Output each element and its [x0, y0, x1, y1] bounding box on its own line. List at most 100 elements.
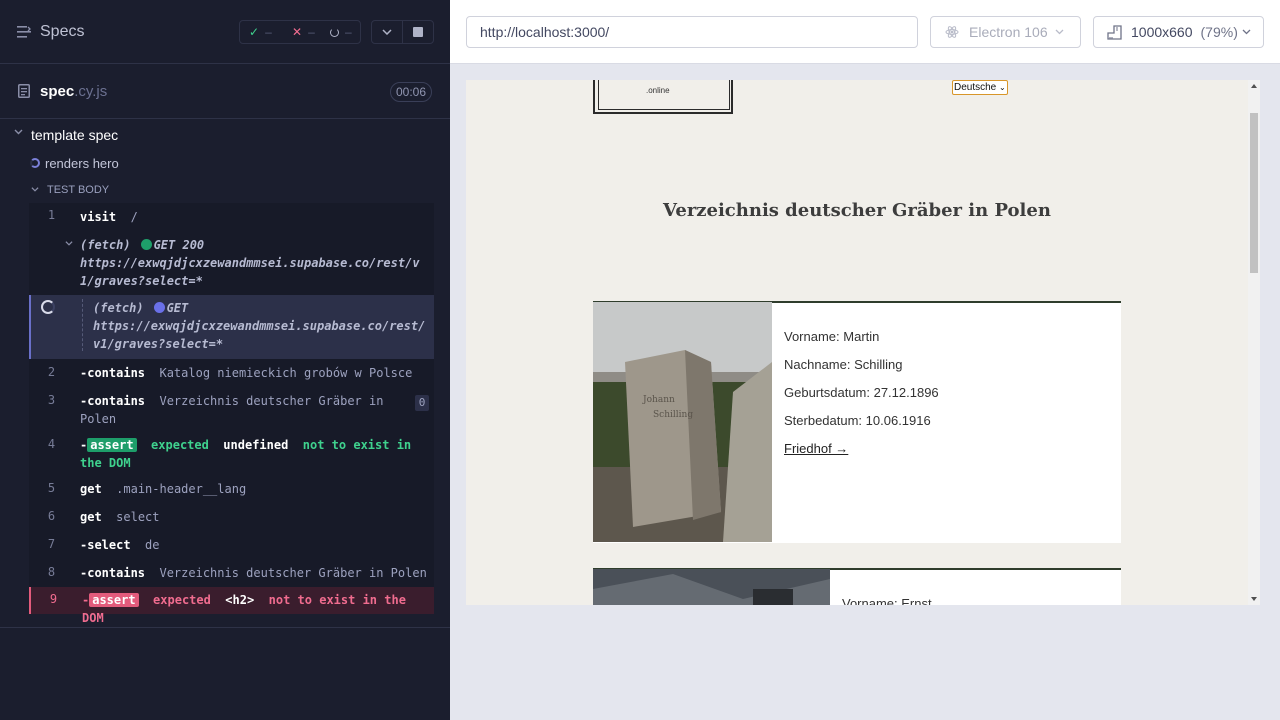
grave-details: Vorname: Ernst	[842, 596, 932, 605]
command-message: Verzeichnis deutscher Gräber in Polen	[159, 566, 427, 580]
gravestone-photo	[593, 569, 830, 605]
app-under-test-frame: .online Deutsche ⌄ Verzeichnis deutscher…	[466, 80, 1260, 605]
specs-title[interactable]: Specs	[40, 23, 84, 41]
scroll-thumb[interactable]	[1250, 113, 1258, 273]
hero-title: Verzeichnis deutscher Gräber in Polen	[663, 200, 1051, 221]
fetch-method: GET 200	[153, 238, 205, 252]
spec-name[interactable]: spec.cy.js	[40, 83, 107, 100]
stop-icon	[413, 27, 424, 37]
scroll-down-icon[interactable]	[1251, 597, 1257, 601]
command-message: /	[130, 210, 138, 224]
chevron-down-icon	[65, 241, 73, 246]
assert-badge: assert	[87, 438, 137, 452]
first-name: Vorname: Martin	[784, 329, 880, 344]
pending-count: –	[345, 25, 352, 39]
fetch-method: GET	[166, 301, 189, 315]
check-icon: ✓	[249, 25, 260, 39]
command-row[interactable]: 6 get select	[29, 503, 434, 531]
suite-title: template spec	[31, 127, 119, 143]
status-dot-icon	[153, 302, 165, 313]
command-row[interactable]: 2 -contains Katalog niemieckich grobów w…	[29, 359, 434, 387]
command-name: (fetch)	[93, 301, 144, 315]
grave-card: Vorname: Ernst	[593, 568, 1121, 605]
command-message: de	[145, 538, 160, 552]
command-message: .main-header__lang	[116, 482, 247, 496]
birth-date: Geburtsdatum: 27.12.1896	[784, 385, 939, 400]
select-arrow-icon: ⌄	[999, 83, 1006, 92]
element-count-badge: 0	[415, 395, 429, 411]
command-row[interactable]: 8 -contains Verzeichnis deutscher Gräber…	[29, 559, 434, 587]
command-number: 3	[47, 393, 56, 407]
browser-selector[interactable]: Electron 106	[930, 16, 1081, 48]
reporter-panel: Specs ✓ – ✕ – – spec.cy.js 00:06 templat…	[0, 0, 450, 720]
fetch-url: https://exwqjdjcxzewandmmsei.supabase.co…	[80, 256, 420, 288]
assert-row[interactable]: 4 - assert expected undefined not to exis…	[29, 431, 434, 475]
pending-icon	[330, 27, 339, 37]
gravestone-photo: Johann Schilling	[593, 302, 772, 542]
stat-passed: ✓ –	[240, 25, 278, 39]
test-body-label: TEST BODY	[47, 184, 110, 196]
svg-text:Schilling: Schilling	[653, 410, 693, 420]
fetch-url: https://exwqjdjcxzewandmmsei.supabase.co…	[93, 319, 426, 351]
chevron-down-icon	[1055, 29, 1064, 35]
scroll-up-icon[interactable]	[1251, 84, 1257, 88]
language-select[interactable]: Deutsche ⌄	[952, 80, 1008, 95]
command-name: get	[80, 482, 102, 496]
stat-pending: –	[316, 25, 354, 39]
url-bar[interactable]: http://localhost:3000/	[466, 16, 918, 48]
status-dot-icon	[140, 239, 152, 250]
chevron-down-icon	[382, 29, 392, 35]
death-date: Sterbedatum: 10.06.1916	[784, 413, 931, 428]
cross-icon: ✕	[292, 25, 303, 39]
test-stats: ✓ – ✕ – –	[239, 20, 361, 44]
failed-assert-row[interactable]: 9 - assert expected <h2> not to exist in …	[29, 587, 434, 625]
frame-scrollbar[interactable]	[1248, 80, 1260, 605]
cemetery-link[interactable]: Friedhof →	[784, 441, 848, 456]
last-name: Nachname: Schilling	[784, 357, 903, 372]
command-row[interactable]: 7 -select de	[29, 531, 434, 559]
specs-menu-icon[interactable]	[17, 26, 31, 38]
command-number: 7	[47, 537, 56, 551]
chevron-down-icon	[14, 129, 23, 135]
command-name: get	[80, 510, 102, 524]
command-row[interactable]: 3 -contains Verzeichnis deutscher Gräber…	[29, 387, 434, 431]
stop-button[interactable]	[402, 21, 433, 43]
command-name: -contains	[80, 566, 146, 580]
command-number: 8	[47, 565, 56, 579]
grave-card: Johann Schilling Vorname: Martin Nachnam…	[593, 301, 1121, 543]
command-number: 1	[47, 208, 56, 222]
command-number: 5	[47, 481, 56, 495]
suite-row[interactable]: template spec	[0, 124, 450, 146]
command-name: (fetch)	[80, 238, 131, 252]
svg-text:Johann: Johann	[642, 395, 675, 405]
spec-file-row: spec.cy.js 00:06	[0, 65, 450, 119]
fetch-command-row-active[interactable]: (fetch) GET https://exwqjdjcxzewandmmsei.…	[29, 295, 434, 359]
command-number: 2	[47, 365, 56, 379]
command-name: -contains	[80, 394, 146, 408]
stat-failed: ✕ –	[278, 25, 316, 39]
viewport-scale: (79%)	[1200, 24, 1238, 40]
command-number: 6	[47, 509, 56, 523]
reporter-header: Specs ✓ – ✕ – –	[0, 0, 450, 64]
toggle-auto-scroll-button[interactable]	[372, 21, 402, 43]
spec-duration: 00:06	[390, 82, 432, 102]
fetch-command-row[interactable]: (fetch) GET 200 https://exwqjdjcxzewandmm…	[29, 228, 434, 295]
assert-badge: assert	[89, 593, 139, 607]
command-name: visit	[80, 210, 117, 224]
viewport-size: 1000x660	[1131, 24, 1193, 40]
logo-text: .online	[646, 86, 670, 95]
ruler-icon	[1107, 24, 1122, 40]
command-row[interactable]: 1 visit /	[29, 203, 434, 228]
viewport-selector[interactable]: 1000x660 (79%)	[1093, 16, 1264, 48]
command-row[interactable]: 5 get .main-header__lang	[29, 475, 434, 503]
chevron-down-icon	[1242, 29, 1251, 35]
passed-count: –	[265, 25, 272, 39]
command-name: -select	[80, 538, 131, 552]
running-icon	[30, 158, 40, 168]
first-name: Vorname: Ernst	[842, 596, 932, 605]
document-icon	[18, 84, 30, 98]
spec-extension: .cy.js	[74, 83, 108, 100]
command-number: 4	[47, 437, 56, 451]
command-name: -contains	[80, 366, 146, 380]
command-log: 1 visit / (fetch) GET 200 https://exwqjdj…	[29, 203, 434, 625]
